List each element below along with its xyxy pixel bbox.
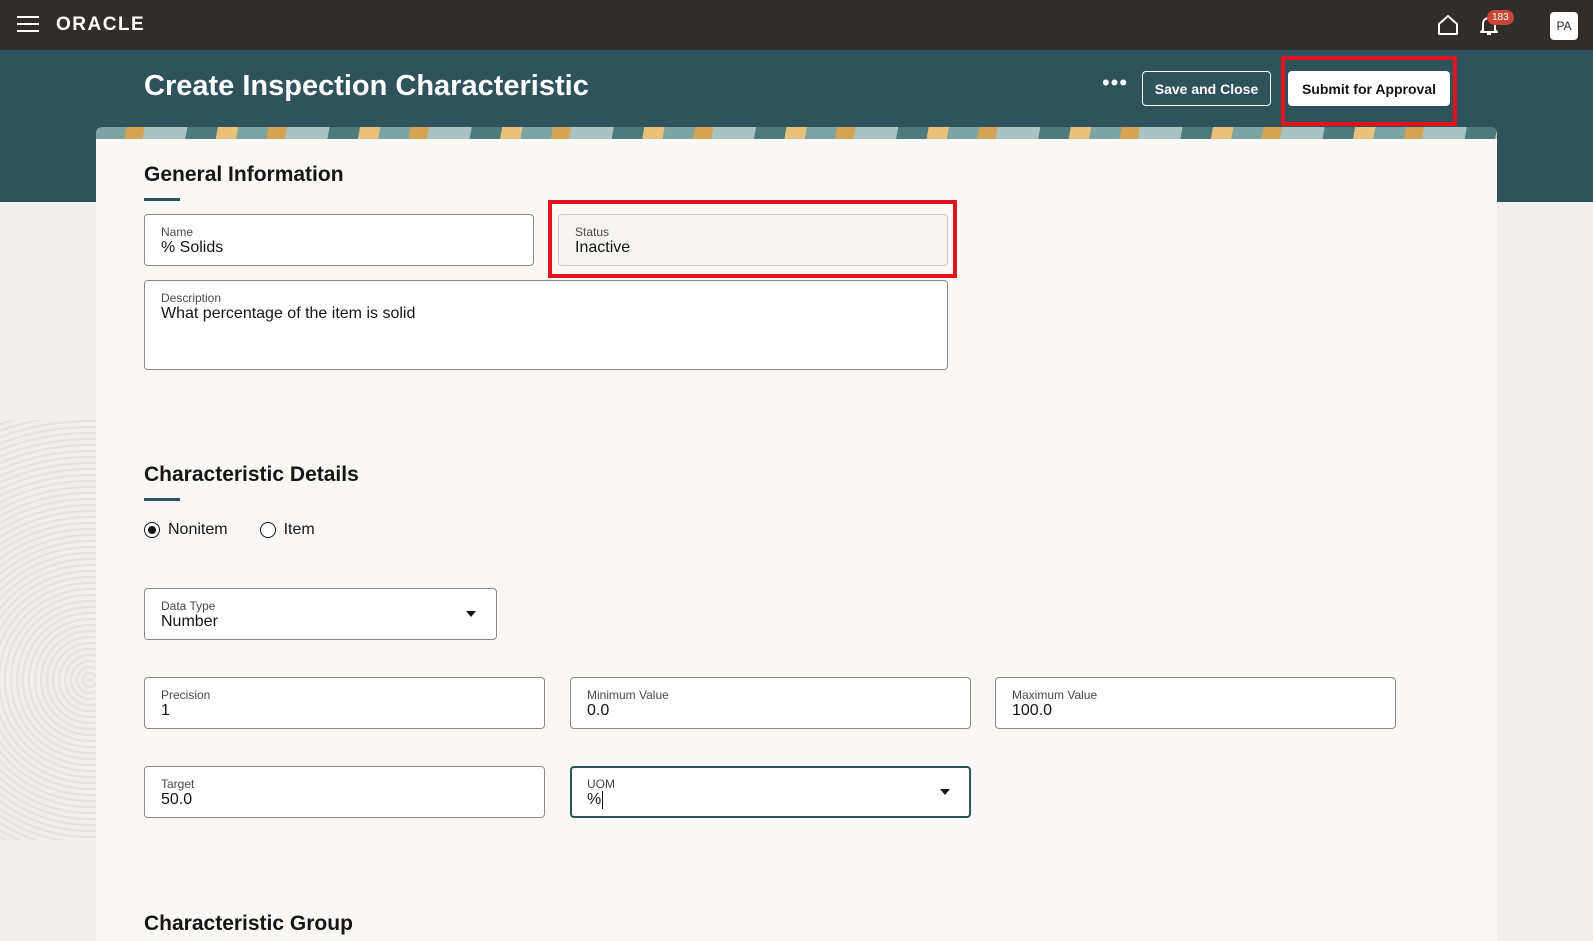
- maximum-value-value: 100.0: [1012, 702, 1053, 719]
- radio-item[interactable]: Item: [259, 521, 315, 539]
- target-value: 50.0: [161, 791, 193, 808]
- chevron-down-icon[interactable]: [466, 611, 476, 617]
- status-highlight-box: [548, 200, 957, 278]
- general-information-title: General Information: [144, 163, 344, 186]
- uom-label: UOM: [587, 777, 615, 791]
- characteristic-group-title: Characteristic Group: [144, 912, 353, 935]
- precision-field[interactable]: Precision 1: [144, 677, 545, 729]
- name-label: Name: [161, 225, 194, 239]
- characteristic-details-title: Characteristic Details: [144, 463, 359, 486]
- hamburger-menu-icon[interactable]: [17, 16, 39, 34]
- user-avatar[interactable]: PA: [1550, 12, 1578, 40]
- minimum-value-label: Minimum Value: [587, 688, 669, 702]
- target-label: Target: [161, 777, 195, 791]
- maximum-value-field[interactable]: Maximum Value 100.0: [995, 677, 1396, 729]
- submit-highlight-box: [1281, 56, 1457, 126]
- save-and-close-button[interactable]: Save and Close: [1142, 71, 1271, 106]
- target-field[interactable]: Target 50.0: [144, 766, 545, 818]
- radio-item-label: Item: [283, 521, 315, 538]
- radio-unselected-icon: [259, 522, 276, 538]
- oracle-logo[interactable]: ORACLE: [56, 14, 145, 36]
- text-cursor: [602, 791, 604, 809]
- notification-count-badge: 183: [1487, 10, 1514, 25]
- name-field[interactable]: Name % Solids: [144, 214, 534, 266]
- section-underline: [144, 198, 180, 201]
- uom-value: %: [587, 791, 602, 809]
- description-value: What percentage of the item is solid: [161, 305, 416, 322]
- data-type-select[interactable]: Data Type Number: [144, 588, 497, 640]
- section-underline: [144, 498, 180, 501]
- more-actions-button[interactable]: •••: [1100, 72, 1130, 100]
- data-type-label: Data Type: [161, 599, 216, 613]
- name-value: % Solids: [161, 239, 224, 256]
- background-pattern: [0, 420, 96, 840]
- radio-nonitem-label: Nonitem: [168, 521, 228, 538]
- maximum-value-label: Maximum Value: [1012, 688, 1098, 702]
- description-field[interactable]: Description What percentage of the item …: [144, 280, 948, 370]
- minimum-value-value: 0.0: [587, 702, 610, 719]
- radio-nonitem[interactable]: Nonitem: [144, 521, 228, 539]
- description-label: Description: [161, 291, 222, 305]
- chevron-down-icon[interactable]: [940, 789, 950, 795]
- minimum-value-field[interactable]: Minimum Value 0.0: [570, 677, 971, 729]
- precision-label: Precision: [161, 688, 211, 702]
- top-bar: ORACLE 183 PA: [0, 0, 1593, 50]
- item-type-radio-group: Nonitem Item: [144, 521, 347, 539]
- page-title: Create Inspection Characteristic: [144, 70, 589, 102]
- radio-selected-icon: [144, 522, 160, 538]
- data-type-value: Number: [161, 613, 218, 630]
- precision-value: 1: [161, 702, 170, 719]
- uom-value-wrap: %: [587, 791, 604, 809]
- home-icon[interactable]: [1436, 13, 1460, 37]
- uom-select[interactable]: UOM %: [570, 766, 971, 818]
